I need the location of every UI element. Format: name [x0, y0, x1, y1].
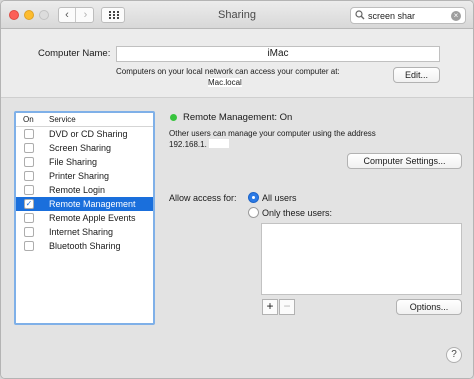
- service-row-file-sharing[interactable]: File Sharing: [16, 155, 153, 169]
- search-query[interactable]: screen shar: [368, 11, 415, 21]
- service-checkbox[interactable]: [24, 227, 34, 237]
- service-row-remote-apple-events[interactable]: Remote Apple Events: [16, 211, 153, 225]
- search-icon: [355, 10, 365, 20]
- service-checkbox[interactable]: [24, 171, 34, 181]
- service-checkbox[interactable]: [24, 157, 34, 167]
- service-label: Internet Sharing: [49, 227, 114, 237]
- computer-name-label: Computer Name:: [38, 48, 111, 59]
- services-list[interactable]: On Service DVD or CD Sharing Screen Shar…: [14, 111, 155, 325]
- service-checkbox[interactable]: [24, 213, 34, 223]
- computer-name-field[interactable]: iMac: [116, 46, 440, 62]
- status-indicator-icon: [170, 114, 177, 121]
- all-users-label[interactable]: All users: [262, 193, 297, 203]
- local-address: Mac.local: [208, 78, 242, 87]
- options-button[interactable]: Options...: [396, 299, 462, 315]
- service-label: File Sharing: [49, 157, 98, 167]
- on-column-header: On: [23, 115, 34, 124]
- service-row-printer-sharing[interactable]: Printer Sharing: [16, 169, 153, 183]
- service-checkbox[interactable]: [24, 241, 34, 251]
- service-label: Screen Sharing: [49, 143, 112, 153]
- service-label: Remote Login: [49, 185, 106, 195]
- checkmark-icon[interactable]: ✓: [24, 199, 34, 209]
- add-user-button[interactable]: +: [262, 299, 278, 315]
- service-checkbox[interactable]: [24, 143, 34, 153]
- management-address: 192.168.1.: [169, 140, 207, 149]
- service-row-remote-management[interactable]: ✓ Remote Management: [16, 197, 153, 211]
- service-label: DVD or CD Sharing: [49, 129, 128, 139]
- service-label: Remote Management: [49, 199, 136, 209]
- service-label: Bluetooth Sharing: [49, 241, 121, 251]
- computer-settings-button[interactable]: Computer Settings...: [347, 153, 462, 169]
- services-list-header: On Service: [16, 113, 153, 127]
- users-list[interactable]: [261, 223, 462, 295]
- service-checkbox[interactable]: [24, 129, 34, 139]
- sharing-window: ‹ › Sharing screen shar × Computer Name:…: [0, 0, 474, 379]
- allow-access-label: Allow access for:: [169, 193, 237, 203]
- service-label: Remote Apple Events: [49, 213, 136, 223]
- only-these-users-radio[interactable]: [248, 207, 259, 218]
- network-info-text: Computers on your local network can acce…: [116, 67, 340, 76]
- service-description: Other users can manage your computer usi…: [169, 129, 376, 138]
- redacted-address-block: [209, 139, 229, 148]
- service-row-dvd-or-cd-sharing[interactable]: DVD or CD Sharing: [16, 127, 153, 141]
- all-users-radio[interactable]: [248, 192, 259, 203]
- service-label: Printer Sharing: [49, 171, 110, 181]
- search-field[interactable]: screen shar ×: [350, 7, 466, 24]
- help-icon[interactable]: ?: [446, 347, 462, 363]
- title-bar: ‹ › Sharing screen shar ×: [1, 1, 473, 29]
- service-row-remote-login[interactable]: Remote Login: [16, 183, 153, 197]
- service-row-internet-sharing[interactable]: Internet Sharing: [16, 225, 153, 239]
- service-column-header: Service: [49, 115, 76, 124]
- only-these-users-label[interactable]: Only these users:: [262, 208, 332, 218]
- clear-search-icon[interactable]: ×: [451, 11, 461, 21]
- service-row-bluetooth-sharing[interactable]: Bluetooth Sharing: [16, 239, 153, 253]
- service-status: Remote Management: On: [183, 112, 293, 123]
- edit-button[interactable]: Edit...: [393, 67, 440, 83]
- service-row-screen-sharing[interactable]: Screen Sharing: [16, 141, 153, 155]
- service-checkbox[interactable]: [24, 185, 34, 195]
- remove-user-button[interactable]: −: [279, 299, 295, 315]
